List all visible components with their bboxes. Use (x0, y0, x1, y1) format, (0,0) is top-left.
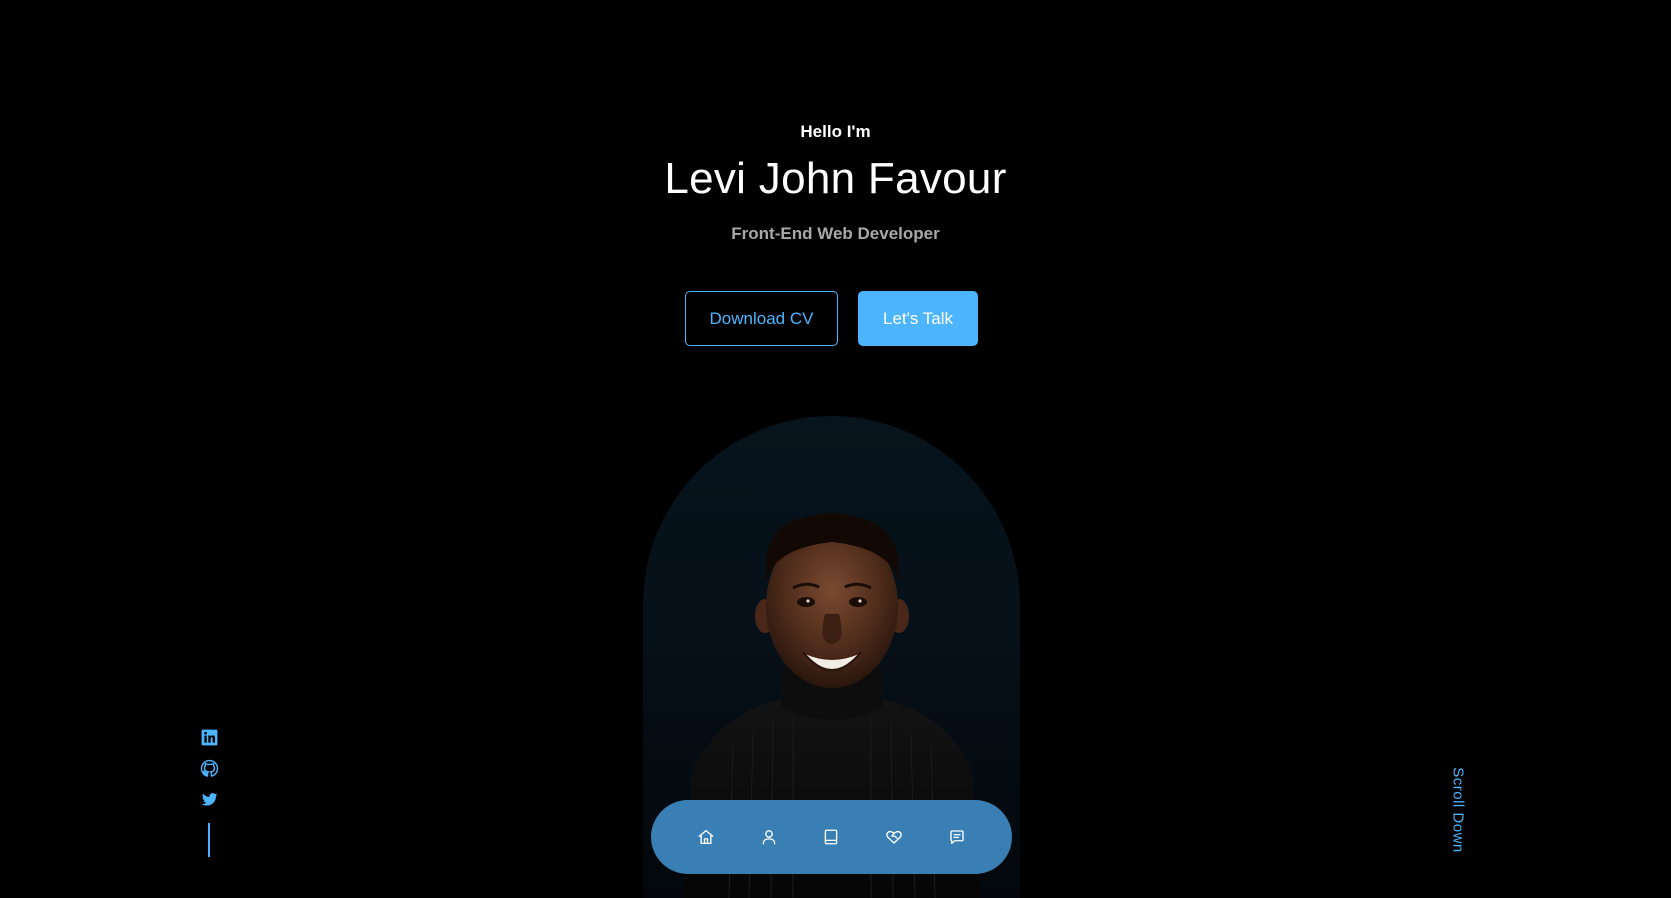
download-cv-button[interactable]: Download CV (685, 291, 838, 346)
scroll-down-link[interactable]: Scroll Down (1446, 767, 1470, 853)
bottom-nav (651, 800, 1012, 874)
page: Hello I'm Levi John Favour Front-End Web… (0, 0, 1671, 898)
linkedin-icon[interactable] (200, 728, 219, 747)
social-links (199, 728, 219, 857)
book-icon (825, 829, 838, 845)
nav-experience[interactable] (811, 817, 851, 857)
nav-services[interactable] (874, 817, 914, 857)
scroll-down-label: Scroll Down (1449, 767, 1467, 853)
lets-talk-button[interactable]: Let's Talk (858, 291, 978, 346)
nav-about[interactable] (749, 817, 789, 857)
message-icon (949, 830, 964, 845)
user-icon (762, 830, 776, 845)
greeting-text: Hello I'm (800, 122, 871, 141)
home-icon (698, 829, 714, 845)
nav-home[interactable] (686, 817, 726, 857)
social-divider-line (208, 823, 210, 857)
github-icon[interactable] (200, 759, 219, 778)
heart-handshake-icon (886, 830, 902, 844)
page-title: Levi John Favour (664, 154, 1007, 203)
nav-contact[interactable] (937, 817, 977, 857)
twitter-icon[interactable] (200, 790, 219, 809)
role-subtitle: Front-End Web Developer (731, 224, 940, 243)
